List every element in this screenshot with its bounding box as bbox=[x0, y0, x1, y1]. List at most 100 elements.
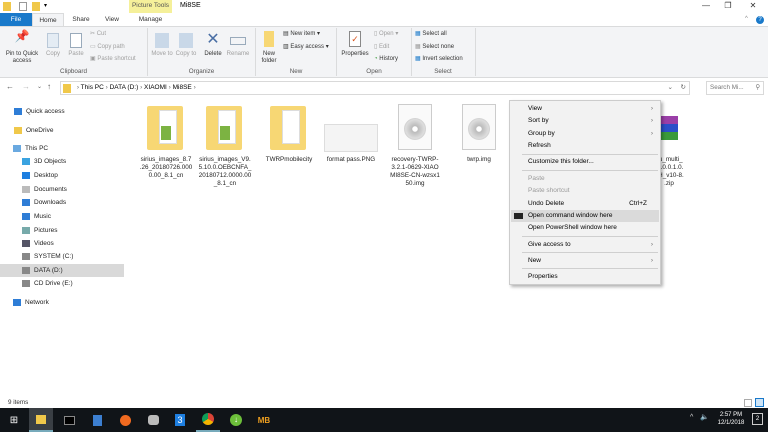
nav-item-this-pc[interactable]: This PC bbox=[0, 142, 124, 155]
nav-item-music[interactable]: Music bbox=[0, 210, 124, 223]
nav-item-pictures[interactable]: Pictures bbox=[0, 224, 124, 237]
tab-file[interactable]: File bbox=[0, 13, 32, 27]
taskbar-chrome[interactable] bbox=[196, 408, 220, 432]
properties-icon[interactable] bbox=[19, 2, 27, 11]
recent-locations-button[interactable]: ⌄ bbox=[37, 83, 42, 90]
copy-path-button[interactable]: ▭ Copy path bbox=[90, 44, 125, 51]
menu-item-refresh[interactable]: Refresh bbox=[511, 140, 659, 152]
nav-item-onedrive[interactable]: OneDrive bbox=[0, 124, 124, 137]
delete-x-icon: ✕ bbox=[206, 31, 220, 48]
nav-item-documents[interactable]: Documents bbox=[0, 183, 124, 196]
new-folder-icon[interactable] bbox=[32, 2, 40, 11]
tab-view[interactable]: View bbox=[98, 13, 126, 27]
menu-item-new[interactable]: New › bbox=[511, 255, 659, 267]
address-bar[interactable]: › This PC › DATA (D:) › XIAOMI › Mi8SE ›… bbox=[60, 81, 690, 95]
command-prompt-icon bbox=[63, 415, 75, 425]
file-name: sirius_images_V9. 5.10.0.OEBCNFA_ 20180712… bbox=[198, 156, 252, 187]
breadcrumb-xiaomi[interactable]: XIAOMI bbox=[144, 84, 167, 91]
cut-button[interactable]: ✂ Cut bbox=[90, 31, 106, 38]
details-view-icon[interactable] bbox=[744, 399, 752, 407]
nav-item-system-c[interactable]: SYSTEM (C:) bbox=[0, 250, 124, 263]
properties-button[interactable]: ✓ Properties bbox=[338, 31, 372, 58]
move-to-button[interactable]: Move to bbox=[150, 33, 174, 58]
breadcrumb-this-pc[interactable]: This PC bbox=[81, 84, 104, 91]
download-icon bbox=[22, 199, 30, 206]
menu-item-open-command-window[interactable]: Open command window here bbox=[511, 210, 659, 222]
taskbar-command-prompt[interactable] bbox=[57, 408, 81, 432]
new-folder-button[interactable]: New folder bbox=[258, 31, 280, 65]
breadcrumb-data-d[interactable]: DATA (D:) bbox=[110, 84, 139, 91]
taskbar-file-explorer[interactable] bbox=[29, 408, 53, 432]
customize-quick-access-icon[interactable]: ▾ bbox=[44, 2, 47, 9]
start-button[interactable]: ⊞ bbox=[2, 408, 26, 432]
file-item[interactable]: twrp.img bbox=[450, 104, 508, 164]
menu-item-properties[interactable]: Properties bbox=[511, 271, 659, 283]
menu-item-open-powershell[interactable]: Open PowerShell window here bbox=[511, 222, 659, 234]
invert-selection-button[interactable]: ▦ Invert selection bbox=[415, 56, 463, 63]
file-item[interactable]: recovery-TWRP- 3.2.1-0629-XIAO MI8SE-CN-wz… bbox=[386, 104, 444, 188]
taskbar-app-blue[interactable] bbox=[85, 408, 109, 432]
notification-center-icon[interactable]: 2 bbox=[752, 413, 763, 425]
nav-item-3d-objects[interactable]: 3D Objects bbox=[0, 155, 124, 168]
collapse-ribbon-icon[interactable]: ^ bbox=[745, 16, 748, 22]
paste-button[interactable]: Paste bbox=[65, 33, 87, 58]
mb-icon: MB bbox=[257, 415, 271, 425]
network-icon bbox=[13, 299, 21, 306]
taskbar-mi-app[interactable] bbox=[113, 408, 137, 432]
taskbar-app-tools[interactable] bbox=[141, 408, 165, 432]
nav-item-desktop[interactable]: Desktop bbox=[0, 169, 124, 182]
show-hidden-icons[interactable]: ^ bbox=[690, 414, 693, 421]
open-button[interactable]: ▯ Open ▾ bbox=[374, 31, 398, 38]
copy-to-button[interactable]: Copy to bbox=[175, 33, 197, 58]
pin-to-quick-access-button[interactable]: 📌 Pin to Quick access bbox=[2, 30, 42, 65]
nav-item-cd-drive-e[interactable]: CD Drive (E:) bbox=[0, 277, 124, 290]
forward-button[interactable]: → bbox=[22, 82, 30, 91]
nav-item-data-d[interactable]: DATA (D:) bbox=[0, 264, 124, 277]
menu-item-undo-delete[interactable]: Undo Delete Ctrl+Z bbox=[511, 198, 659, 210]
large-icons-view-icon[interactable] bbox=[755, 398, 764, 407]
edit-button[interactable]: ▯ Edit bbox=[374, 44, 389, 51]
copy-button[interactable]: Copy bbox=[43, 33, 63, 58]
back-button[interactable]: ← bbox=[6, 82, 14, 91]
help-icon[interactable]: ? bbox=[756, 16, 764, 24]
menu-item-paste[interactable]: Paste bbox=[511, 173, 659, 185]
taskbar-app-3[interactable]: 3 bbox=[168, 408, 192, 432]
menu-item-give-access[interactable]: Give access to › bbox=[511, 239, 659, 251]
taskbar-app-mb[interactable]: MB bbox=[252, 408, 276, 432]
up-button[interactable]: ↑ bbox=[47, 82, 51, 91]
clock[interactable]: 2:57 PM 12/1/2018 bbox=[716, 411, 746, 427]
menu-item-view[interactable]: View › bbox=[511, 103, 659, 115]
nav-item-quick-access[interactable]: Quick access bbox=[0, 105, 124, 118]
nav-item-videos[interactable]: Videos bbox=[0, 237, 124, 250]
select-none-button[interactable]: ▦ Select none bbox=[415, 44, 454, 51]
tab-share[interactable]: Share bbox=[66, 13, 96, 27]
file-item[interactable]: format pass.PNG bbox=[322, 104, 380, 164]
nav-item-network[interactable]: Network bbox=[0, 296, 124, 309]
file-item[interactable]: TWRPmobilecity bbox=[260, 104, 318, 164]
nav-item-downloads[interactable]: Downloads bbox=[0, 196, 124, 209]
new-item-button[interactable]: ▤ New item ▾ bbox=[283, 31, 320, 38]
menu-item-paste-shortcut[interactable]: Paste shortcut bbox=[511, 185, 659, 197]
close-button[interactable]: ✕ bbox=[742, 1, 764, 12]
breadcrumb-mi8se[interactable]: Mi8SE bbox=[173, 84, 192, 91]
menu-item-group-by[interactable]: Group by › bbox=[511, 128, 659, 140]
menu-item-customize[interactable]: Customize this folder... bbox=[511, 156, 659, 168]
properties-check-icon: ✓ bbox=[349, 31, 361, 47]
search-input[interactable]: Search Mi... ⚲ bbox=[706, 81, 764, 95]
file-item[interactable]: sirius_images_V9. 5.10.0.OEBCNFA_ 20180712… bbox=[196, 104, 254, 188]
maximize-button[interactable]: ❐ bbox=[717, 1, 739, 12]
delete-button[interactable]: ✕ Delete bbox=[201, 30, 225, 58]
rename-button[interactable]: Rename bbox=[225, 33, 251, 58]
tab-manage[interactable]: Manage bbox=[129, 13, 172, 27]
taskbar-downloader[interactable]: ↓ bbox=[224, 408, 248, 432]
file-item[interactable]: sirius_images_8.7.26_20180726.000 0.00_8.… bbox=[137, 104, 195, 180]
refresh-icon[interactable]: ↻ bbox=[681, 82, 686, 94]
history-button[interactable]: ◔ History bbox=[374, 56, 398, 63]
volume-icon[interactable]: 🔈 bbox=[700, 413, 709, 421]
select-all-button[interactable]: ▦ Select all bbox=[415, 31, 447, 38]
minimize-button[interactable]: — bbox=[695, 1, 717, 12]
address-dropdown-icon[interactable]: ⌄ bbox=[668, 82, 673, 94]
paste-shortcut-button[interactable]: ▣ Paste shortcut bbox=[90, 56, 136, 63]
menu-item-sort-by[interactable]: Sort by › bbox=[511, 115, 659, 127]
easy-access-button[interactable]: ▥ Easy access ▾ bbox=[283, 44, 329, 51]
